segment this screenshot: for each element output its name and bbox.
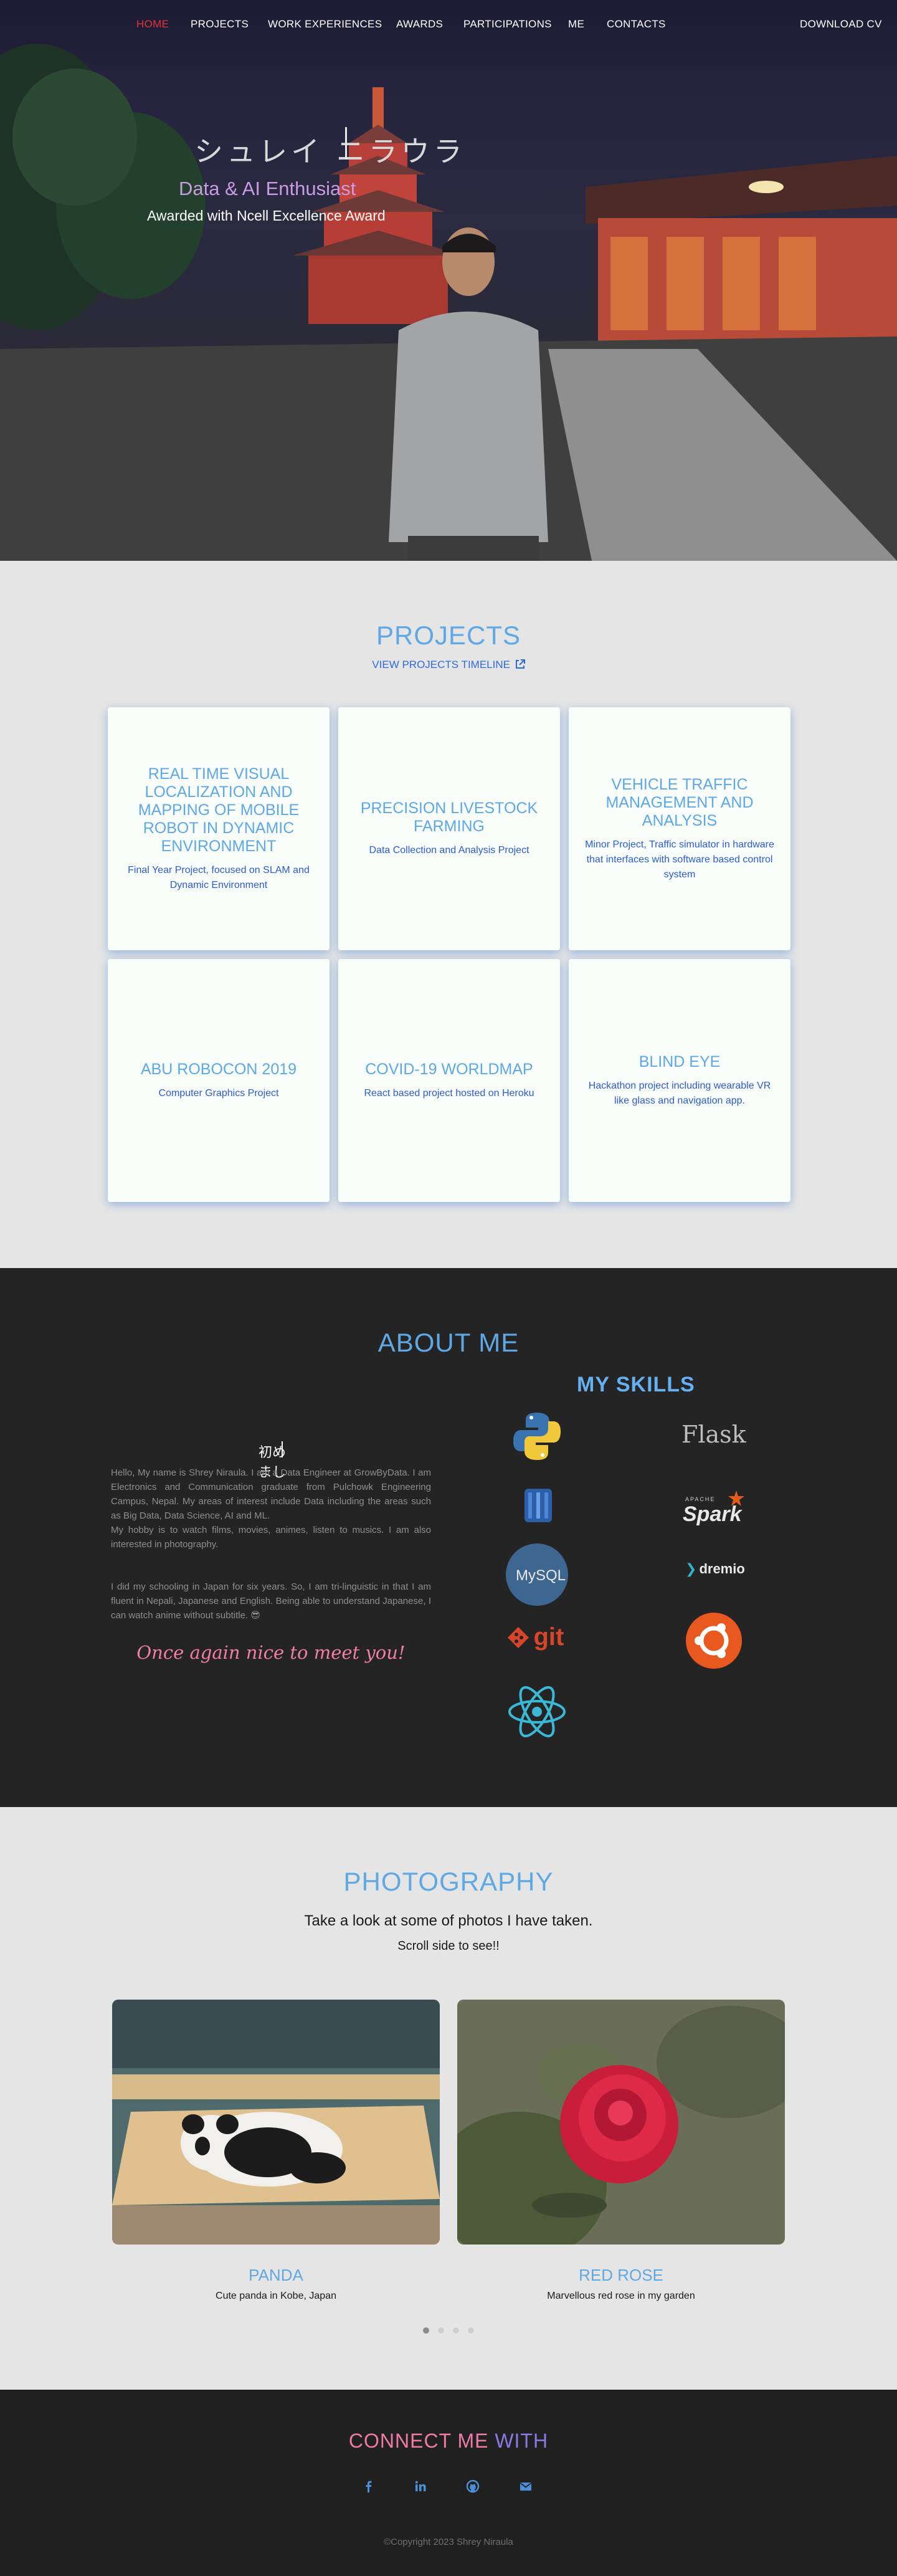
project-card-title: PRECISION LIVESTOCK FARMING (360, 799, 538, 835)
about-paragraph: My hobby is to watch films, movies, anim… (111, 1525, 431, 1550)
photography-scroll-hint: Scroll side to see!! (397, 1939, 500, 1953)
hero-subtitle: Data & AI Enthusiast (179, 178, 356, 199)
git-logo: git (506, 1623, 564, 1651)
project-card-desc: Final Year Project, focused on SLAM and … (128, 864, 310, 890)
photo-panda[interactable] (112, 2000, 440, 2244)
project-card[interactable]: COVID-19 WORLDMAP React based project ho… (338, 959, 560, 1202)
rose-image (457, 2000, 785, 2244)
carousel-dot[interactable] (423, 2327, 429, 2334)
bigquery-icon (524, 1489, 552, 1522)
timeline-link-label: VIEW PROJECTS TIMELINE (372, 659, 510, 670)
project-card-title: ABU ROBOCON 2019 (140, 1060, 297, 1078)
ubuntu-icon (686, 1613, 742, 1669)
project-card-title: BLIND EYE (638, 1052, 721, 1071)
nav-awards[interactable]: AWARDS (396, 18, 443, 31)
carousel-dot[interactable] (453, 2327, 459, 2334)
project-card-desc: Hackathon project including wearable VR … (588, 1080, 771, 1106)
linkedin-icon[interactable] (414, 2479, 427, 2493)
project-card-desc: Computer Graphics Project (158, 1087, 279, 1099)
projects-timeline-link[interactable]: VIEW PROJECTS TIMELINE (0, 659, 897, 671)
python-icon (513, 1413, 561, 1460)
git-label: git (533, 1623, 564, 1651)
panda-image (112, 2000, 440, 2244)
nav-work-experiences[interactable]: WORK EXPERIENCES (268, 18, 382, 31)
photo-desc: Cute panda in Kobe, Japan (216, 2291, 336, 2301)
project-card-title: VEHICLE TRAFFIC MANAGEMENT AND ANALYSIS (605, 775, 754, 829)
github-icon[interactable] (466, 2479, 480, 2493)
dremio-label: dremio (699, 1561, 745, 1577)
project-card-desc: Minor Project, Traffic simulator in hard… (585, 839, 774, 880)
photography-tagline: Take a look at some of photos I have tak… (304, 1912, 593, 1929)
project-card[interactable]: VEHICLE TRAFFIC MANAGEMENT AND ANALYSIS … (569, 707, 790, 950)
typing-cursor (345, 127, 347, 160)
nav-contacts[interactable]: CONTACTS (607, 18, 666, 31)
project-card-desc: React based project hosted on Heroku (364, 1087, 534, 1099)
photo-red-rose[interactable] (457, 2000, 785, 2244)
copyright-text: ©Copyright 2023 Shrey Niraula (384, 2537, 513, 2547)
projects-section: PROJECTS VIEW PROJECTS TIMELINE REAL TIM… (0, 561, 897, 1268)
nav-me[interactable]: ME (568, 18, 584, 31)
project-card-title: COVID-19 WORLDMAP (365, 1060, 533, 1078)
facebook-icon[interactable] (362, 2479, 376, 2493)
connect-heading-a: CONNECT ME (348, 2430, 495, 2452)
top-navbar: HOME PROJECTS WORK EXPERIENCES AWARDS PA… (0, 0, 897, 47)
skills-title: MY SKILLS (577, 1373, 695, 1396)
photo-desc: Marvellous red rose in my garden (547, 2291, 695, 2301)
project-card[interactable]: REAL TIME VISUAL LOCALIZATION AND MAPPIN… (108, 707, 330, 950)
photography-section: PHOTOGRAPHY Take a look at some of photo… (0, 1807, 897, 2390)
about-paragraph: I did my schooling in Japan for six year… (111, 1581, 431, 1621)
carousel-dot[interactable] (468, 2327, 474, 2334)
nav-participations[interactable]: PARTICIPATIONS (463, 18, 552, 31)
git-diamond-icon (508, 1626, 529, 1648)
nav-home[interactable]: HOME (136, 18, 169, 31)
connect-heading: CONNECT ME WITH (0, 2430, 897, 2453)
project-card[interactable]: BLIND EYE Hackathon project including we… (569, 959, 790, 1202)
hero-section: シュレイ ニラウラ Data & AI Enthusiast Awarded w… (0, 0, 897, 561)
about-paragraph: Hello, My name is Shrey Niraula. I am a … (111, 1467, 431, 1521)
project-card[interactable]: ABU ROBOCON 2019 Computer Graphics Proje… (108, 959, 330, 1202)
project-card[interactable]: PRECISION LIVESTOCK FARMING Data Collect… (338, 707, 560, 950)
about-section: ABOUT ME MY SKILLS 初めまし Hello, My name i… (0, 1268, 897, 1807)
hero-name-japanese: シュレイ ニラウラ (194, 135, 466, 168)
closing-greeting: Once again nice to meet you! (136, 1642, 406, 1663)
photo-title: RED ROSE (579, 2266, 663, 2284)
hero-award-text: Awarded with Ncell Excellence Award (147, 208, 386, 224)
download-cv-button[interactable]: DOWNLOAD CV (800, 18, 882, 31)
flask-label: Flask (681, 1421, 746, 1448)
nav-projects[interactable]: PROJECTS (191, 18, 249, 31)
about-title: ABOUT ME (377, 1328, 520, 1357)
email-icon[interactable] (519, 2479, 533, 2493)
dremio-logo: ❯ dremio (685, 1561, 745, 1577)
hero-background-image (0, 44, 897, 561)
connect-heading-b: WITH (495, 2430, 549, 2452)
spark-star-icon (728, 1491, 744, 1506)
photography-title: PHOTOGRAPHY (343, 1867, 554, 1896)
carousel-dot[interactable] (438, 2327, 444, 2334)
project-card-desc: Data Collection and Analysis Project (369, 845, 529, 856)
footer: CONNECT ME WITH ©Copyright 2023 Shrey Ni… (0, 2390, 897, 2576)
flask-logo: Flask (681, 1421, 746, 1448)
external-link-icon (515, 659, 525, 669)
projects-title: PROJECTS (376, 621, 521, 650)
typing-cursor (282, 1441, 283, 1457)
mysql-label: MySQL (516, 1567, 566, 1584)
photo-title: PANDA (249, 2266, 303, 2284)
project-card-title: REAL TIME VISUAL LOCALIZATION AND MAPPIN… (138, 765, 300, 855)
mysql-icon: MySQL (506, 1543, 568, 1606)
react-icon (508, 1686, 566, 1738)
